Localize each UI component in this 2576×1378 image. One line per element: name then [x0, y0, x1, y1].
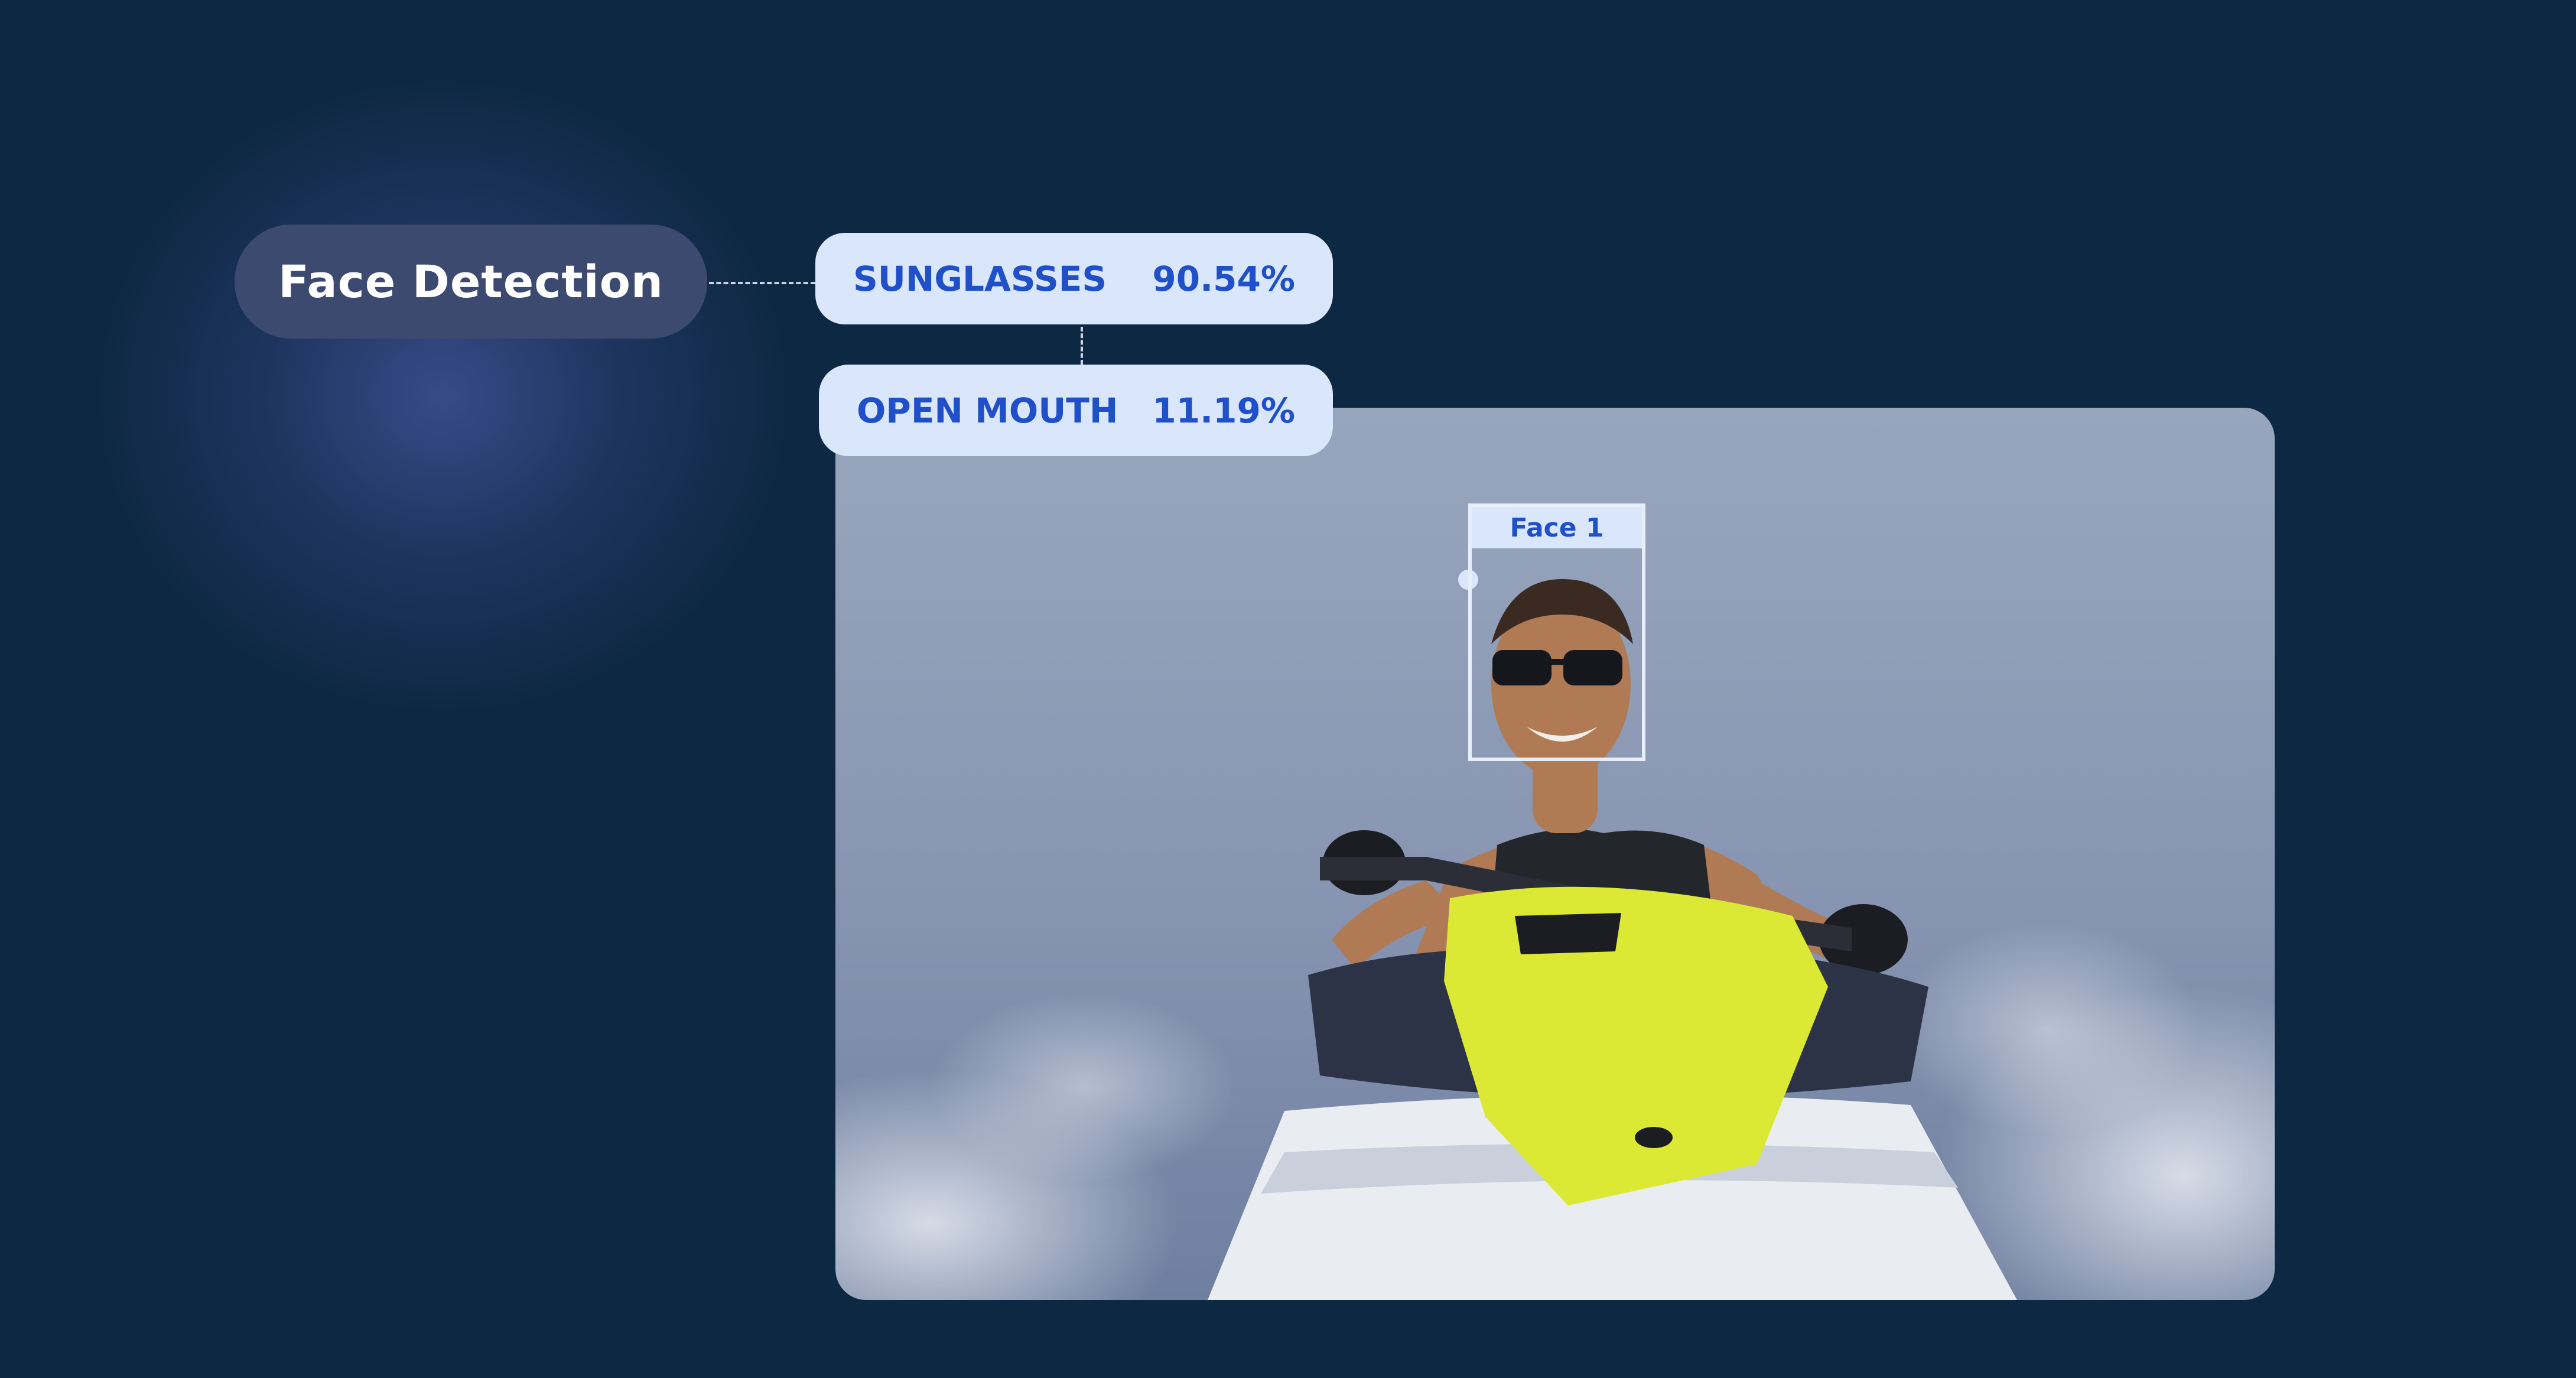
connector-line — [709, 282, 815, 284]
attribute-tag-open-mouth: OPEN MOUTH 11.19% — [819, 365, 1333, 456]
connector-line — [1081, 327, 1083, 365]
attribute-label: SUNGLASSES — [853, 258, 1107, 299]
face-detection-title: Face Detection — [235, 225, 707, 339]
attribute-score: 11.19% — [1152, 390, 1295, 431]
face-label: Face 1 — [1472, 507, 1642, 548]
face-bounding-box[interactable]: Face 1 — [1468, 503, 1645, 761]
attribute-score: 90.54% — [1152, 258, 1295, 299]
title-label: Face Detection — [278, 255, 664, 308]
attribute-label: OPEN MOUTH — [857, 390, 1118, 431]
attribute-tag-sunglasses: SUNGLASSES 90.54% — [815, 233, 1333, 324]
background-glow — [89, 71, 798, 721]
